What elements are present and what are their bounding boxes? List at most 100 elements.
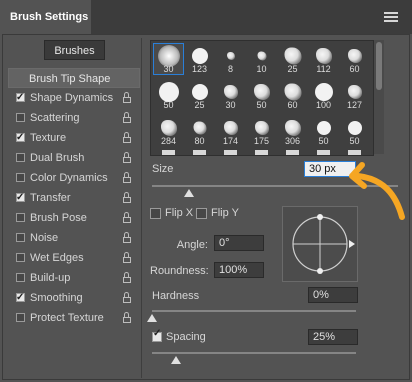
color-dynamics-checkbox[interactable] [16,173,25,182]
list-item-color-dynamics[interactable]: Color Dynamics [8,168,140,188]
list-item-build-up[interactable]: Build-up [8,268,140,288]
list-item-brush-pose[interactable]: Brush Pose [8,208,140,228]
brush-tip-thumbnail [314,83,333,101]
shape-dynamics-checkbox[interactable] [16,88,25,108]
lock-icon[interactable] [123,112,132,123]
brush-preset[interactable]: 100 [309,80,338,110]
smoothing-checkbox[interactable] [16,288,25,308]
brush-preset-partial[interactable] [247,150,276,155]
tab-brush-settings[interactable]: Brush Settings [0,0,91,34]
angle-input[interactable]: 0° [214,235,264,251]
brush-preset[interactable]: 123 [185,44,214,74]
transfer-checkbox[interactable] [16,188,25,208]
brush-preset-partial[interactable] [278,150,307,155]
noise-label: Noise [30,232,59,244]
flip-y-checkbox[interactable]: Flip Y [196,207,239,219]
spacing-slider-track[interactable] [152,352,356,354]
brush-preset[interactable]: 306 [278,116,307,146]
list-item-texture[interactable]: Texture [8,128,140,148]
lock-icon[interactable] [123,312,132,323]
brush-tip-thumbnail [284,120,301,136]
list-item-dual-brush[interactable]: Dual Brush [8,148,140,168]
lock-icon[interactable] [123,172,132,183]
tab-bar: Brush Settings [0,0,412,34]
brush-preset-partial[interactable] [309,150,338,155]
brush-size-label: 60 [287,100,298,110]
flip-x-checkbox[interactable]: Flip X [150,207,193,219]
build-up-label: Build-up [30,272,71,284]
list-item-smoothing[interactable]: Smoothing [8,288,140,308]
dual-brush-checkbox[interactable] [16,153,25,162]
list-item-brush-tip-shape[interactable]: Brush Tip Shape [8,68,140,88]
brush-preset[interactable]: 30 [216,80,245,110]
brush-tip-thumbnail [226,52,235,60]
lock-icon[interactable] [123,212,132,223]
presets-scrollbar[interactable] [374,40,384,154]
lock-icon[interactable] [123,92,132,103]
lock-icon[interactable] [123,252,132,263]
lock-icon[interactable] [123,192,132,203]
wet-edges-checkbox[interactable] [16,253,25,262]
list-item-shape-dynamics[interactable]: Shape Dynamics [8,88,140,108]
hamburger-menu-icon[interactable] [384,12,398,22]
flip-y-box[interactable] [196,207,207,219]
brush-preset-partial[interactable] [216,150,245,155]
brush-preset[interactable]: 284 [154,116,183,146]
size-slider-handle[interactable] [183,189,194,197]
brush-preset[interactable]: 30 [153,43,184,75]
brush-tip-thumbnail [223,121,238,135]
build-up-checkbox[interactable] [16,273,25,282]
list-item-noise[interactable]: Noise [8,228,140,248]
brush-preset[interactable]: 50 [154,80,183,110]
brush-preset-partial[interactable] [185,150,214,155]
brush-size-label: 8 [227,64,233,74]
brush-preset[interactable]: 112 [309,44,338,74]
brush-preset[interactable]: 10 [247,44,276,74]
brush-preset[interactable]: 174 [216,116,245,146]
lock-icon[interactable] [123,272,132,283]
hardness-input[interactable]: 0% [308,287,358,303]
scattering-checkbox[interactable] [16,113,25,122]
brush-preset[interactable]: 50 [340,116,369,146]
spacing-checkbox[interactable] [152,328,162,342]
brush-presets-grid: 30 123 8 10 25 112 60 50 25 30 50 60 100 127 284 80 174 1… [150,40,374,156]
brush-preset-partial[interactable] [154,150,183,155]
brush-preset[interactable]: 80 [185,116,214,146]
brush-preset[interactable]: 25 [278,44,307,74]
flip-x-box[interactable] [150,207,161,219]
list-item-protect-texture[interactable]: Protect Texture [8,308,140,328]
spacing-input[interactable]: 25% [308,329,358,345]
spacing-slider-handle[interactable] [171,356,182,364]
list-item-transfer[interactable]: Transfer [8,188,140,208]
brush-preset[interactable]: 175 [247,116,276,146]
brush-preset[interactable]: 60 [340,44,369,74]
brush-size-label: 127 [346,100,363,110]
protect-texture-checkbox[interactable] [16,313,25,322]
texture-checkbox[interactable] [16,128,25,148]
brush-preset[interactable]: 50 [309,116,338,146]
brush-preset[interactable]: 8 [216,44,245,74]
brush-preset[interactable]: 25 [185,80,214,110]
brush-size-label: 306 [284,136,301,146]
size-label: Size [152,163,174,175]
brushes-button[interactable]: Brushes [44,40,105,60]
lock-icon[interactable] [123,292,132,303]
brush-preset[interactable]: 127 [340,80,369,110]
scrollbar-thumb[interactable] [376,42,382,90]
list-item-scattering[interactable]: Scattering [8,108,140,128]
hardness-slider-track[interactable] [152,310,356,312]
brush-tip-thumbnail [316,121,331,135]
brush-tip-thumbnail [191,84,208,100]
lock-icon[interactable] [123,232,132,243]
brush-preset[interactable]: 60 [278,80,307,110]
brush-tip-thumbnail [158,82,179,102]
lock-icon[interactable] [123,152,132,163]
brush-preset[interactable]: 50 [247,80,276,110]
hardness-slider-handle[interactable] [147,314,157,322]
list-item-wet-edges[interactable]: Wet Edges [8,248,140,268]
lock-icon[interactable] [123,132,132,143]
brush-size-label: 100 [315,100,332,110]
roundness-input[interactable]: 100% [214,262,264,278]
brush-pose-checkbox[interactable] [16,213,25,222]
noise-checkbox[interactable] [16,233,25,242]
